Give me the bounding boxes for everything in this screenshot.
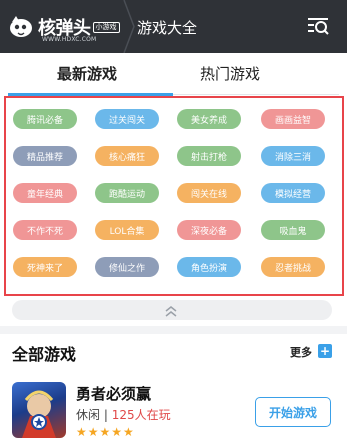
- category-tag[interactable]: 画画益智: [261, 109, 325, 129]
- category-tag[interactable]: 忍者挑战: [261, 257, 325, 277]
- tab-latest-games[interactable]: 最新游戏: [57, 63, 117, 84]
- category-tag[interactable]: 腾讯必备: [13, 109, 77, 129]
- more-link[interactable]: 更多: [290, 344, 312, 360]
- game-name[interactable]: 勇者必须赢: [76, 383, 151, 404]
- section-separator: [0, 326, 347, 334]
- start-game-button[interactable]: 开始游戏: [255, 397, 331, 427]
- category-tag[interactable]: 消除三消: [261, 146, 325, 166]
- game-thumbnail[interactable]: [12, 382, 66, 438]
- category-tag[interactable]: 死神来了: [13, 257, 77, 277]
- category-tag[interactable]: 吸血鬼: [261, 220, 325, 240]
- category-tag[interactable]: 核心痛狂: [95, 146, 159, 166]
- category-tag[interactable]: 跑酷运动: [95, 183, 159, 203]
- logo-badge: 小游戏: [92, 21, 120, 33]
- game-art-image: [22, 390, 56, 438]
- category-tag[interactable]: 不作不死: [13, 220, 77, 240]
- search-menu-icon[interactable]: [306, 15, 330, 37]
- category-tag[interactable]: 深夜必备: [177, 220, 241, 240]
- category-tag[interactable]: 修仙之作: [95, 257, 159, 277]
- meta-separator: |: [103, 408, 108, 422]
- app-header: 核弹头 小游戏 WWW.HDXC.COM 游戏大全: [0, 0, 347, 53]
- rating-stars: ★★★★★: [76, 425, 135, 438]
- category-tag[interactable]: 童年经典: [13, 183, 77, 203]
- tab-bar: 最新游戏 热门游戏: [0, 53, 347, 96]
- all-games-title: 全部游戏: [12, 345, 77, 364]
- category-tag[interactable]: 过关闯关: [95, 109, 159, 129]
- category-tag[interactable]: 角色扮演: [177, 257, 241, 277]
- mascot-logo-icon: [10, 16, 32, 37]
- category-tag[interactable]: 闯关在线: [177, 183, 241, 203]
- double-chevron-up-icon[interactable]: [164, 304, 178, 318]
- header-divider-chevron: [123, 0, 135, 53]
- plus-icon[interactable]: +: [318, 344, 332, 358]
- site-logo[interactable]: 核弹头 小游戏 WWW.HDXC.COM: [8, 8, 120, 46]
- category-tag[interactable]: 美女养成: [177, 109, 241, 129]
- player-count: 125人在玩: [111, 408, 171, 422]
- game-category: 休闲: [76, 408, 101, 422]
- category-tag[interactable]: 射击打枪: [177, 146, 241, 166]
- category-tag[interactable]: LOL合集: [95, 220, 159, 240]
- game-meta: 休闲 | 125人在玩: [76, 406, 171, 423]
- category-tag[interactable]: 精品推荐: [13, 146, 77, 166]
- page-title: 游戏大全: [137, 19, 198, 37]
- category-tag-grid: 腾讯必备 过关闯关 美女养成 画画益智精品推荐 核心痛狂 射击打枪 消除三消童年经典 跑酷运动…: [4, 96, 344, 296]
- logo-url: WWW.HDXC.COM: [42, 36, 97, 43]
- tab-divider-line: [173, 94, 339, 95]
- category-tag[interactable]: 模拟经营: [261, 183, 325, 203]
- tab-hot-games[interactable]: 热门游戏: [200, 63, 260, 84]
